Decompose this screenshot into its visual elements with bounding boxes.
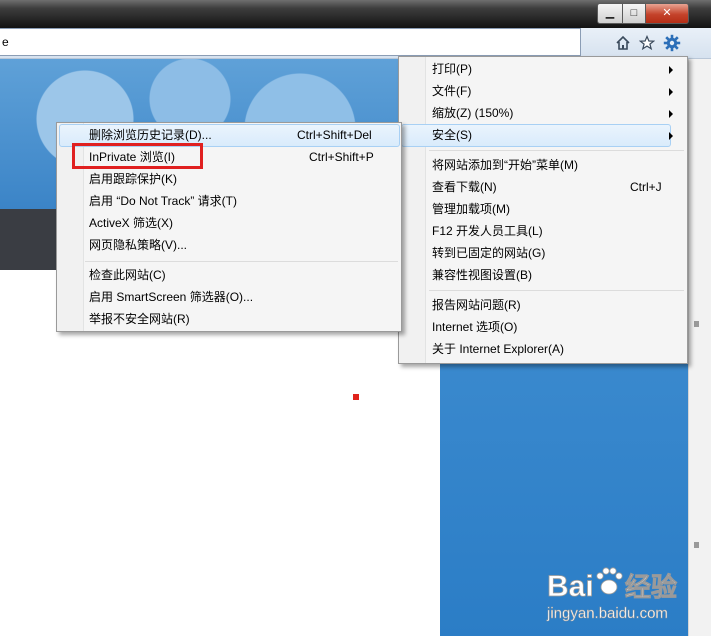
submenu-arrow-icon <box>669 66 673 74</box>
watermark: Bai 经验 jingyan.baidu.com <box>545 560 705 630</box>
menu-separator <box>429 150 684 151</box>
red-marker <box>353 394 359 400</box>
minimize-icon: ▁ <box>605 7 615 19</box>
submenu-arrow-icon <box>669 88 673 96</box>
home-button[interactable] <box>614 34 632 52</box>
gear-icon <box>663 34 681 52</box>
baidu-jingyan-logo: Bai 经验 jingyan.baidu.com <box>546 567 677 622</box>
paw-icon <box>596 567 623 595</box>
submenu-arrow-icon <box>669 110 673 118</box>
menu-item-shortcut: Ctrl+Shift+P <box>309 150 374 164</box>
close-icon: ✕ <box>662 7 672 19</box>
minimize-button[interactable]: ▁ <box>597 3 623 24</box>
maximize-button[interactable]: □ <box>623 3 646 24</box>
window-controls: ▁ □ ✕ <box>597 3 689 24</box>
watermark-url: jingyan.baidu.com <box>546 605 668 622</box>
menu-separator <box>429 290 684 291</box>
scrollbar[interactable] <box>688 59 711 636</box>
watermark-brand-right: 经验 <box>625 572 677 602</box>
address-bar[interactable]: e <box>0 28 581 56</box>
favorites-button[interactable] <box>638 34 656 52</box>
scrollbar-marker <box>694 321 699 327</box>
address-text: e <box>2 35 9 49</box>
annotation-highlight-box <box>72 143 203 169</box>
star-icon <box>639 35 655 51</box>
menu-gutter <box>399 57 426 363</box>
menu-item-shortcut: Ctrl+J <box>630 180 662 194</box>
menu-separator <box>85 261 398 262</box>
home-icon <box>616 35 630 50</box>
close-button[interactable]: ✕ <box>646 3 689 24</box>
menu-item-view-downloads[interactable]: 查看下载(N) Ctrl+J <box>432 176 667 198</box>
submenu-arrow-icon <box>669 132 673 140</box>
maximize-icon: □ <box>630 7 638 19</box>
menu-item-shortcut: Ctrl+Shift+Del <box>297 128 372 142</box>
scrollbar-marker <box>694 542 699 548</box>
browser-toolbar: e <box>0 28 711 59</box>
tools-menu: 打印(P) 文件(F) 缩放(Z) (150%) 安全(S) 将网站添加到“开始… <box>398 56 688 364</box>
title-bar: ▁ □ ✕ <box>0 0 711 28</box>
watermark-brand-left: Bai <box>547 570 594 603</box>
tools-button[interactable] <box>663 34 681 52</box>
